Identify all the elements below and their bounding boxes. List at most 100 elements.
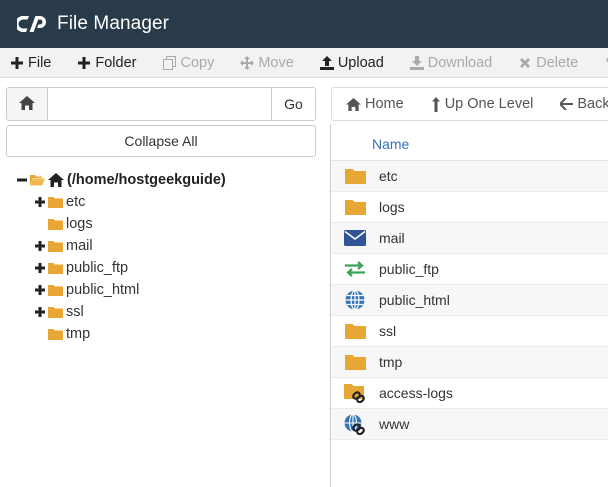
folder-icon: [48, 196, 63, 208]
go-button[interactable]: Go: [271, 88, 315, 120]
file-name: public_html: [379, 292, 450, 308]
tree-root[interactable]: (/home/hostgeekguide): [17, 169, 226, 191]
file-name: mail: [379, 230, 405, 246]
home-directory-button[interactable]: [7, 88, 48, 120]
folder-icon: [344, 198, 366, 216]
plus-icon: [10, 56, 24, 70]
file-name: tmp: [379, 354, 403, 370]
download-icon: [409, 55, 424, 70]
file-name: ssl: [379, 323, 397, 339]
expand-plus-icon[interactable]: [35, 263, 45, 273]
tree-item-label: public_html: [66, 282, 140, 298]
app-title: File Manager: [57, 13, 170, 34]
delete-button[interactable]: Delete: [518, 55, 578, 71]
left-panel: Go Collapse All (/home/hostgeekguide) et…: [0, 79, 331, 487]
file-name: access-logs: [379, 385, 453, 401]
upload-button[interactable]: Upload: [319, 54, 384, 71]
folder-icon: [48, 284, 63, 296]
file-row[interactable]: public_ftp: [331, 254, 608, 285]
path-input[interactable]: [48, 88, 271, 120]
file-name: etc: [379, 168, 398, 184]
home-button[interactable]: Home: [346, 96, 404, 112]
file-row[interactable]: logs: [331, 192, 608, 223]
tree-item-label: ssl: [66, 304, 84, 320]
home-icon: [346, 97, 361, 111]
download-button[interactable]: Download: [409, 54, 493, 71]
tree-item[interactable]: public_ftp: [35, 257, 128, 279]
mail-icon: [344, 229, 366, 247]
upload-icon: [319, 55, 334, 70]
file-row[interactable]: access-logs: [331, 378, 608, 409]
home-icon: [48, 173, 64, 187]
tree-item-label: public_ftp: [66, 260, 129, 276]
tree-item[interactable]: etc: [35, 191, 85, 213]
level-up-arrow-icon: [431, 96, 441, 112]
expand-plus-icon[interactable]: [35, 307, 45, 317]
folder-icon: [344, 167, 366, 185]
folder-icon: [48, 328, 63, 340]
tree-item[interactable]: ssl: [35, 301, 84, 323]
arrow-left-icon: [560, 98, 574, 110]
file-name: public_ftp: [379, 261, 439, 277]
toolbar: File Folder Copy Move Upload Download De…: [0, 48, 608, 78]
navigation-bar: Home Up One Level Back: [331, 87, 608, 121]
new-file-label: File: [28, 54, 52, 71]
ftp-transfer-icon: [344, 260, 366, 278]
copy-button[interactable]: Copy: [162, 55, 214, 71]
file-row[interactable]: etc: [331, 161, 608, 192]
expand-plus-icon[interactable]: [35, 241, 45, 251]
collapse-all-button[interactable]: Collapse All: [6, 125, 316, 157]
file-name: www: [379, 416, 410, 432]
tree-item-label: logs: [66, 216, 93, 232]
expand-plus-icon[interactable]: [35, 285, 45, 295]
folder-icon: [344, 353, 366, 371]
folder-icon: [344, 322, 366, 340]
up-one-level-button[interactable]: Up One Level: [431, 96, 533, 112]
tree-item-label: etc: [66, 194, 86, 210]
folder-icon: [48, 306, 63, 318]
globe-icon: [344, 290, 366, 310]
new-file-button[interactable]: File: [10, 55, 51, 71]
back-button[interactable]: Back: [560, 96, 608, 112]
folder-icon: [48, 240, 63, 252]
tree-root-label: (/home/hostgeekguide): [67, 172, 226, 188]
file-row[interactable]: mail: [331, 223, 608, 254]
cpanel-logo-icon: [17, 13, 47, 35]
path-search-bar: Go: [6, 87, 316, 121]
collapse-minus-icon[interactable]: [17, 175, 27, 185]
close-icon: [518, 56, 532, 70]
new-folder-label: Folder: [95, 54, 137, 71]
tree-item-label: mail: [66, 238, 93, 254]
file-row[interactable]: public_html: [331, 285, 608, 316]
upload-label: Upload: [337, 54, 384, 71]
back-label: Back: [577, 96, 608, 112]
name-column-header[interactable]: Name: [331, 128, 608, 161]
title-bar: File Manager: [0, 0, 608, 48]
home-icon: [19, 95, 35, 113]
restore-button[interactable]: [604, 56, 608, 70]
expand-plus-icon[interactable]: [35, 197, 45, 207]
tree-item[interactable]: public_html: [35, 279, 139, 301]
file-list: Name etc logs mail public_ftp public_htm…: [331, 128, 608, 440]
home-label: Home: [365, 96, 404, 112]
folder-link-icon: [344, 384, 366, 403]
file-row[interactable]: tmp: [331, 347, 608, 378]
globe-link-icon: [344, 413, 366, 435]
tree-item[interactable]: logs: [48, 213, 93, 235]
tree-item[interactable]: tmp: [48, 323, 90, 345]
new-folder-button[interactable]: Folder: [77, 55, 136, 71]
plus-icon: [77, 56, 91, 70]
move-button[interactable]: Move: [240, 54, 294, 71]
copy-label: Copy: [180, 54, 215, 71]
file-name: logs: [379, 199, 405, 215]
move-label: Move: [258, 54, 294, 71]
download-label: Download: [427, 54, 493, 71]
folder-icon: [48, 262, 63, 274]
tree-item[interactable]: mail: [35, 235, 93, 257]
copy-icon: [162, 55, 176, 70]
file-row[interactable]: www: [331, 409, 608, 440]
move-arrows-icon: [240, 55, 255, 70]
file-row[interactable]: ssl: [331, 316, 608, 347]
restore-arrow-icon: [604, 56, 608, 70]
folder-icon: [48, 218, 63, 230]
